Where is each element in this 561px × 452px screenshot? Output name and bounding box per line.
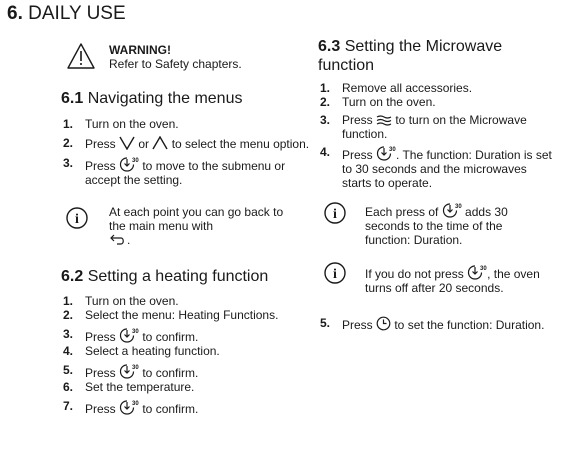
section-6-2-steps: 1. Turn on the oven. 2. Select the menu: H…: [61, 294, 311, 416]
svg-text:30: 30: [132, 329, 139, 335]
svg-text:i: i: [333, 267, 337, 282]
list-item: 1. Remove all accessories.: [320, 81, 473, 95]
list-item: 3. Press 30 to confirm.: [63, 327, 199, 344]
info-icon: i: [66, 207, 88, 229]
confirm-30-icon: 30: [467, 265, 487, 280]
chevron-up-icon: [152, 136, 168, 150]
svg-text:30: 30: [132, 401, 139, 407]
confirm-30-icon: 30: [442, 203, 462, 218]
section-6-1-steps: 1. Turn on the oven. 2. Press or to select…: [61, 117, 311, 187]
list-item: 3. Press to turn on the Microwave functio…: [320, 113, 527, 141]
confirm-30-icon: 30: [376, 146, 396, 161]
section-6-3-steps: 1. Remove all accessories. 2. Turn on the …: [318, 81, 553, 190]
info-icon: i: [324, 202, 346, 224]
list-item: 2. Press or to select the menu option.: [63, 136, 310, 151]
confirm-30-icon: 30: [119, 328, 139, 343]
confirm-30-icon: 30: [119, 157, 139, 172]
microwave-icon: [376, 115, 392, 126]
svg-text:30: 30: [132, 365, 139, 371]
section-6-1-note: At each point you can go back to the mai…: [109, 205, 284, 247]
list-item: 1. Turn on the oven.: [63, 294, 179, 308]
list-item: 5. Press to set the function: Duration.: [320, 316, 545, 332]
list-item: 2. Turn on the oven.: [320, 95, 436, 109]
list-item: 3. Press 30 to move to the submenu or acc…: [63, 156, 286, 187]
svg-text:30: 30: [389, 147, 396, 153]
list-item: 4. Select a heating function.: [63, 344, 220, 358]
section-6-2-title: 6.2 Setting a heating function: [61, 268, 269, 285]
section-6-1-title: 6.1 Navigating the menus: [61, 90, 243, 107]
confirm-30-icon: 30: [119, 364, 139, 379]
svg-text:i: i: [333, 207, 337, 222]
svg-text:30: 30: [480, 266, 487, 272]
section-6-3-note-2: If you do not press 30, the oven turns o…: [365, 265, 540, 295]
back-arrow-icon: [110, 234, 124, 245]
chapter-title: 6. DAILY USE: [7, 3, 126, 24]
chevron-down-icon: [119, 136, 135, 150]
warning-block: WARNING! Refer to Safety chapters.: [109, 43, 279, 71]
list-item: 7. Press 30 to confirm.: [63, 399, 199, 416]
info-icon: i: [324, 262, 346, 284]
section-6-3-title: 6.3 Setting the Microwave function: [318, 38, 503, 74]
section-6-3-steps-continued: 5. Press to set the function: Duration.: [318, 316, 553, 332]
clock-icon: [376, 316, 391, 331]
warning-title: WARNING!: [109, 43, 171, 57]
list-item: 5. Press 30 to confirm.: [63, 363, 199, 380]
list-item: 4. Press 30. The function: Duration is se…: [320, 145, 552, 190]
list-item: 2. Select the menu: Heating Functions.: [63, 308, 279, 322]
svg-text:30: 30: [132, 158, 139, 164]
svg-text:30: 30: [455, 204, 462, 210]
section-6-3-note-1: Each press of 30 adds 30 seconds to the …: [365, 203, 508, 247]
warning-triangle-icon: [67, 43, 95, 69]
svg-text:i: i: [75, 212, 79, 227]
list-item: 1. Turn on the oven.: [63, 117, 179, 131]
confirm-30-icon: 30: [119, 400, 139, 415]
warning-text: Refer to Safety chapters.: [109, 57, 242, 71]
list-item: 6. Set the temperature.: [63, 380, 195, 394]
